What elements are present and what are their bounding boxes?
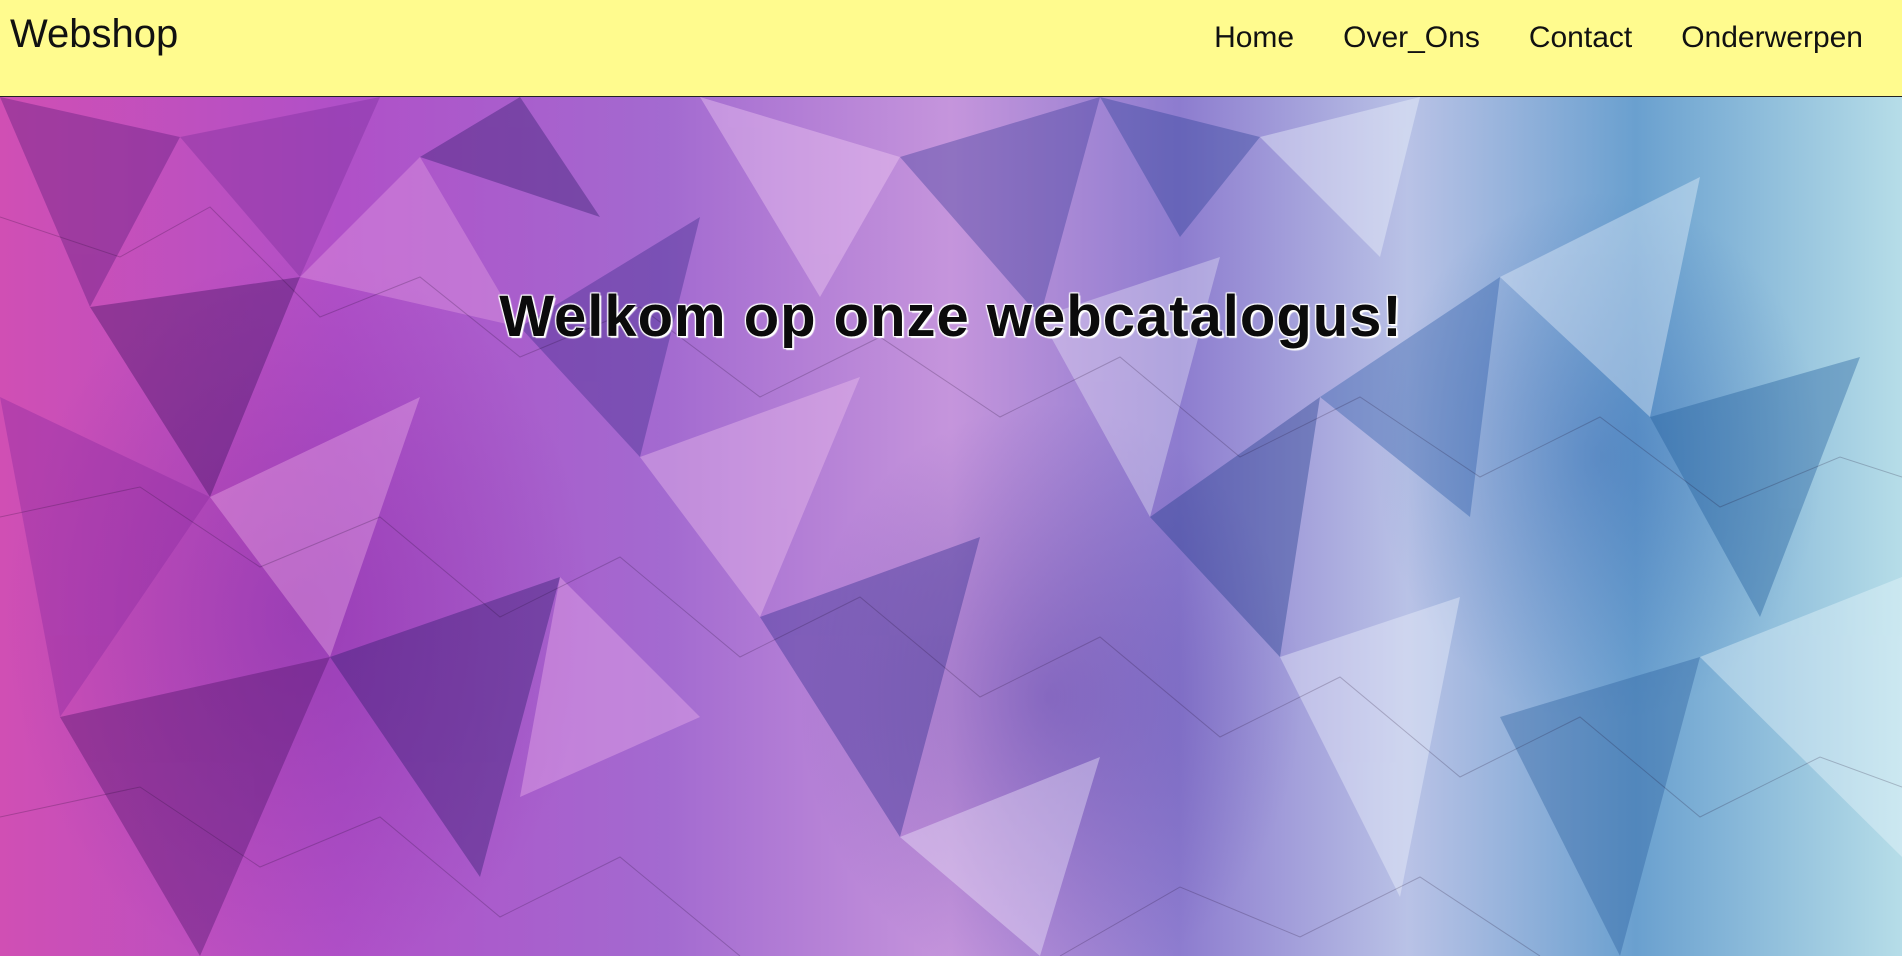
hero-headline: Welkom op onze webcatalogus! (499, 283, 1403, 349)
nav-home[interactable]: Home (1214, 20, 1294, 56)
nav-contact[interactable]: Contact (1529, 20, 1632, 56)
hero-banner: Welkom op onze webcatalogus! (0, 97, 1902, 956)
page: Webshop Home Over_Ons Contact Onderwerpe… (0, 0, 1902, 956)
nav-over-ons[interactable]: Over_Ons (1343, 20, 1480, 56)
hero-background-image (0, 97, 1902, 956)
site-brand[interactable]: Webshop (10, 11, 178, 57)
main-nav: Home Over_Ons Contact Onderwerpen (1214, 20, 1863, 56)
nav-onderwerpen[interactable]: Onderwerpen (1681, 20, 1863, 56)
site-header: Webshop Home Over_Ons Contact Onderwerpe… (0, 0, 1902, 97)
